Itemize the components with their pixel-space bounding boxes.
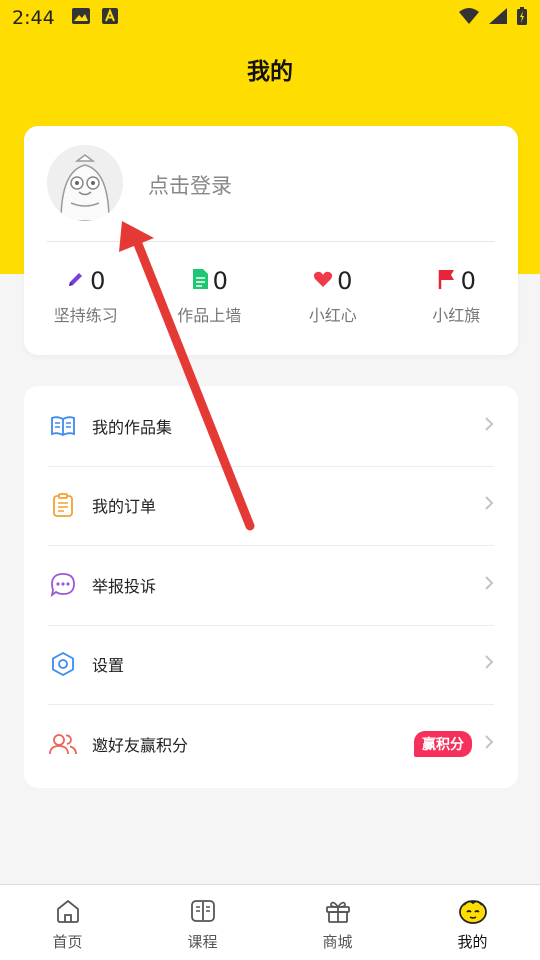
stat-hearts-label: 小红心 — [308, 306, 357, 325]
tab-shop-label: 商城 — [322, 933, 353, 951]
stat-wall[interactable]: 0 作品上墙 — [148, 266, 272, 326]
stat-wall-label: 作品上墙 — [177, 306, 242, 325]
battery-charging-icon — [516, 6, 528, 30]
stat-practice[interactable]: 0 坚持练习 — [24, 266, 148, 326]
stat-practice-label: 坚持练习 — [53, 306, 118, 325]
bottom-tab-bar: 首页 课程 商城 我的 — [0, 884, 540, 960]
flag-icon — [437, 268, 457, 294]
heart-icon — [313, 270, 333, 292]
stat-flags[interactable]: 0 小红旗 — [395, 266, 519, 326]
book-icon — [189, 897, 217, 929]
pencil-icon — [66, 269, 86, 293]
stat-practice-value: 0 — [90, 267, 106, 295]
menu-label-report: 举报投诉 — [92, 576, 157, 596]
wifi-icon — [458, 7, 480, 29]
menu-item-settings[interactable]: 设置 — [24, 624, 518, 705]
menu-item-portfolio[interactable]: 我的作品集 — [24, 386, 518, 466]
menu-label-settings: 设置 — [92, 656, 125, 676]
menu-label-invite: 邀好友赢积分 — [92, 735, 189, 755]
tab-home[interactable]: 首页 — [0, 885, 135, 960]
chevron-right-icon — [484, 495, 494, 515]
page-title: 我的 — [247, 59, 293, 85]
points-badge: 赢积分 — [414, 730, 472, 757]
tab-courses[interactable]: 课程 — [135, 885, 270, 960]
chevron-right-icon — [484, 654, 494, 674]
signal-icon — [488, 7, 508, 29]
stat-wall-value: 0 — [212, 267, 228, 295]
document-icon — [191, 268, 209, 294]
status-time: 2:44 — [12, 7, 55, 29]
avatar[interactable] — [47, 145, 123, 221]
chevron-right-icon — [484, 734, 494, 754]
stat-hearts[interactable]: 0 小红心 — [271, 266, 395, 326]
status-bar: 2:44 — [0, 0, 540, 36]
stats-row: 0 坚持练习 0 作品上墙 0 小红心 0 小红旗 — [24, 266, 518, 326]
login-prompt[interactable]: 点击登录 — [148, 170, 232, 200]
stat-hearts-value: 0 — [337, 267, 353, 295]
stat-flags-label: 小红旗 — [432, 306, 481, 325]
tab-shop[interactable]: 商城 — [270, 885, 405, 960]
a-text-icon — [101, 7, 119, 29]
face-icon — [457, 897, 489, 929]
menu-item-invite[interactable]: 邀好友赢积分 赢积分 — [24, 704, 518, 784]
hexagon-settings-icon — [48, 649, 78, 679]
image-icon — [71, 7, 91, 29]
tab-mine-label: 我的 — [457, 933, 488, 951]
stat-flags-value: 0 — [460, 267, 476, 295]
users-icon — [48, 729, 78, 759]
gift-icon — [324, 897, 352, 929]
home-icon — [54, 897, 82, 929]
open-book-icon — [48, 411, 78, 441]
tab-courses-label: 课程 — [187, 933, 218, 951]
menu-label-orders: 我的订单 — [92, 497, 157, 517]
tab-home-label: 首页 — [52, 933, 83, 951]
clipboard-icon — [48, 490, 78, 520]
profile-divider — [47, 241, 495, 242]
menu-card: 我的作品集 我的订单 举报投诉 设置 邀好友赢积分 赢积分 — [24, 386, 518, 788]
chevron-right-icon — [484, 416, 494, 436]
menu-item-orders[interactable]: 我的订单 — [24, 465, 518, 546]
chat-bubble-icon — [48, 570, 78, 600]
chevron-right-icon — [484, 575, 494, 595]
profile-card: 点击登录 0 坚持练习 0 作品上墙 0 小红心 0 小红旗 — [24, 126, 518, 355]
menu-item-report[interactable]: 举报投诉 — [24, 545, 518, 625]
menu-label-portfolio: 我的作品集 — [92, 417, 173, 437]
tab-mine[interactable]: 我的 — [405, 885, 540, 960]
